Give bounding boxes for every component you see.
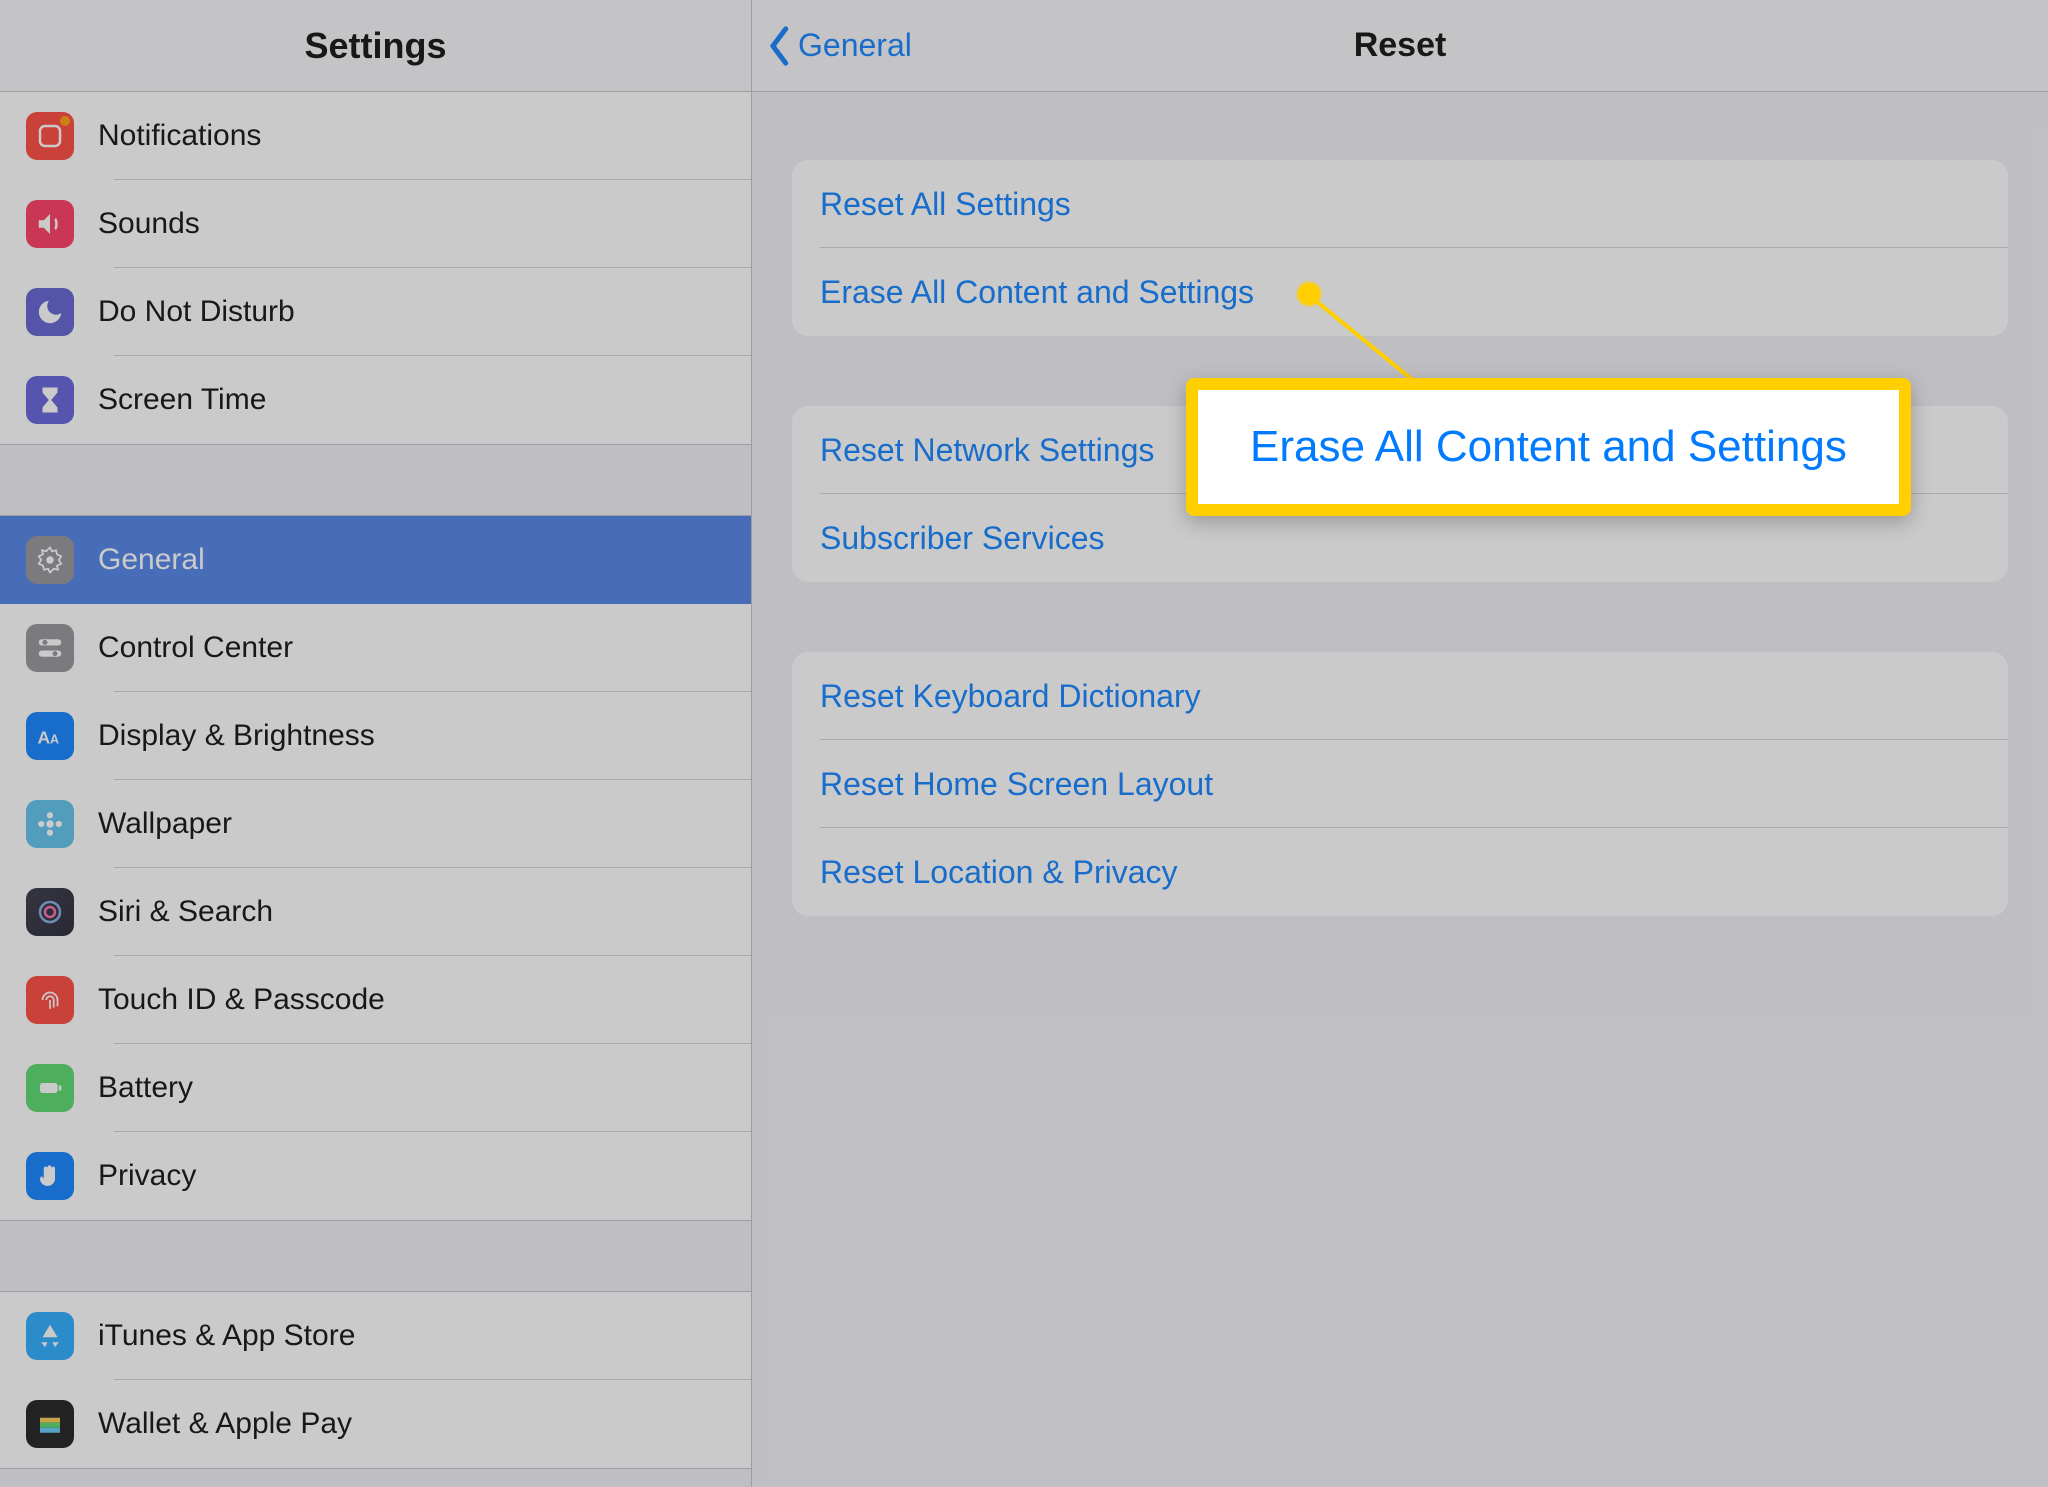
callout-text: Erase All Content and Settings [1250,422,1847,471]
flower-icon [26,800,74,848]
gear-icon [26,536,74,584]
sidebar-item-label: Screen Time [98,383,266,417]
sidebar-title: Settings [304,25,446,67]
erase-all-content[interactable]: Erase All Content and Settings [792,248,2008,336]
fingerprint-icon [26,976,74,1024]
hourglass-icon [26,376,74,424]
reset-group-3: Reset Keyboard Dictionary Reset Home Scr… [792,652,2008,916]
sidebar-header: Settings [0,0,751,92]
sidebar-item-dnd[interactable]: Do Not Disturb [0,268,751,356]
reset-all-settings[interactable]: Reset All Settings [792,160,2008,248]
detail-pane: General Reset Reset All Settings Erase A… [752,0,2048,1487]
sidebar-item-label: iTunes & App Store [98,1319,355,1353]
sidebar-item-battery[interactable]: Battery [0,1044,751,1132]
text-size-icon: AA [26,712,74,760]
battery-icon [26,1064,74,1112]
sidebar-item-notifications[interactable]: Notifications [0,92,751,180]
detail-header: General Reset [752,0,2048,92]
reset-location-privacy[interactable]: Reset Location & Privacy [792,828,2008,916]
sidebar-item-display[interactable]: AA Display & Brightness [0,692,751,780]
sidebar-group-1: Notifications Sounds Do Not Disturb Scre… [0,92,751,445]
reset-keyboard-dictionary[interactable]: Reset Keyboard Dictionary [792,652,2008,740]
callout-dot [1298,283,1320,305]
moon-icon [26,288,74,336]
sidebar-item-label: General [98,543,205,577]
sidebar-item-label: Wallpaper [98,807,232,841]
toggle-icon [26,624,74,672]
sidebar-item-label: Display & Brightness [98,719,375,753]
svg-text:A: A [50,733,59,747]
sidebar-item-general[interactable]: General [0,516,751,604]
sidebar-item-label: Battery [98,1071,193,1105]
reset-group-1: Reset All Settings Erase All Content and… [792,160,2008,336]
sidebar-item-label: Notifications [98,119,261,153]
callout-box: Erase All Content and Settings [1186,378,1911,516]
sidebar-item-label: Touch ID & Passcode [98,983,385,1017]
sidebar-item-sounds[interactable]: Sounds [0,180,751,268]
appstore-icon [26,1312,74,1360]
sidebar-item-label: Do Not Disturb [98,295,295,329]
sidebar-group-3: iTunes & App Store Wallet & Apple Pay [0,1291,751,1469]
notifications-icon [26,112,74,160]
sidebar-group-2: General Control Center AA Display & Brig… [0,515,751,1221]
sidebar-item-label: Privacy [98,1159,196,1193]
detail-body: Reset All Settings Erase All Content and… [752,92,2048,986]
sounds-icon [26,200,74,248]
reset-home-screen-layout[interactable]: Reset Home Screen Layout [792,740,2008,828]
back-button[interactable]: General [752,26,912,66]
wallet-icon [26,1400,74,1448]
back-label: General [798,27,912,64]
sidebar-item-touchid[interactable]: Touch ID & Passcode [0,956,751,1044]
sidebar-item-label: Control Center [98,631,293,665]
app-root: Settings Notifications Sounds Do [0,0,2048,1487]
svg-text:A: A [38,728,51,748]
hand-icon [26,1152,74,1200]
siri-icon [26,888,74,936]
sidebar-item-siri[interactable]: Siri & Search [0,868,751,956]
sidebar-item-wallet[interactable]: Wallet & Apple Pay [0,1380,751,1468]
settings-sidebar: Settings Notifications Sounds Do [0,0,752,1487]
sidebar-item-privacy[interactable]: Privacy [0,1132,751,1220]
sidebar-item-label: Wallet & Apple Pay [98,1407,352,1441]
sidebar-item-screentime[interactable]: Screen Time [0,356,751,444]
sidebar-item-label: Siri & Search [98,895,273,929]
detail-title: Reset [1354,26,1447,65]
sidebar-item-wallpaper[interactable]: Wallpaper [0,780,751,868]
sidebar-item-label: Sounds [98,207,200,241]
sidebar-item-itunes[interactable]: iTunes & App Store [0,1292,751,1380]
sidebar-item-control-center[interactable]: Control Center [0,604,751,692]
chevron-left-icon [766,26,794,66]
